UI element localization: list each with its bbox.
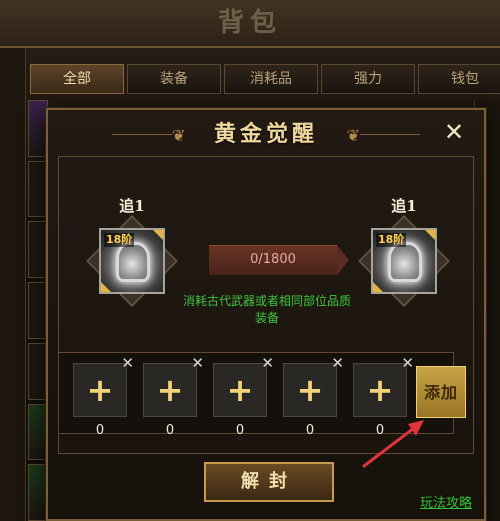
annotation-arrow-icon <box>362 420 424 468</box>
